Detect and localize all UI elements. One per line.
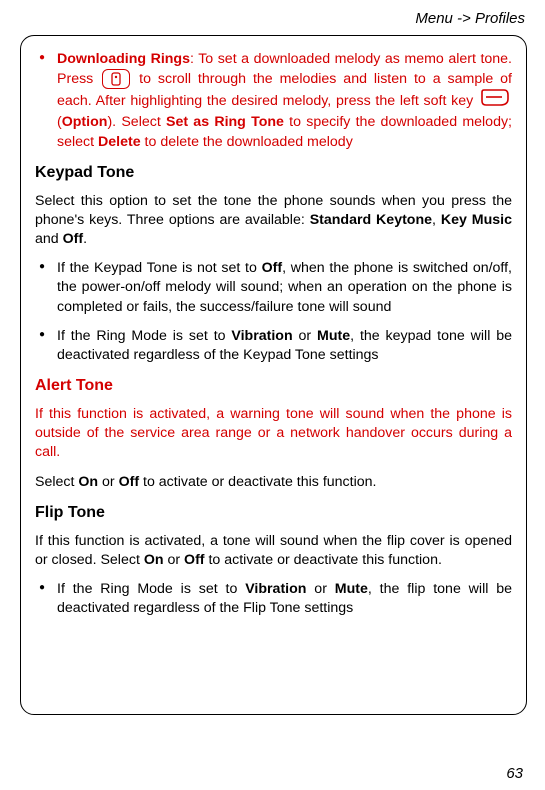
at-on: On — [78, 474, 98, 490]
alert-tone-heading: Alert Tone — [35, 377, 512, 395]
at-p2a: Select — [35, 474, 78, 490]
left-softkey-icon — [480, 89, 510, 113]
keypad-tone-desc: Select this option to set the tone the p… — [35, 192, 512, 250]
kt-li2-or: or — [293, 328, 317, 344]
keypad-tone-heading: Keypad Tone — [35, 164, 512, 182]
at-p2b: to activate or deactivate this function. — [139, 474, 376, 490]
ft-lor: or — [306, 581, 334, 597]
kt-li2a: If the Ring Mode is set to — [57, 328, 231, 344]
kt-li1a: If the Keypad Tone is not set to — [57, 260, 262, 276]
dl-delete: Delete — [98, 134, 141, 150]
dl-t6: to delete the downloaded melody — [141, 134, 353, 150]
ft-mute: Mute — [335, 581, 368, 597]
ft-vib: Vibration — [245, 581, 306, 597]
at-or: or — [98, 474, 119, 490]
breadcrumb: Menu -> Profiles — [20, 10, 525, 27]
ft-p1b: to activate or deactivate this function. — [205, 552, 442, 568]
ft-off: Off — [184, 552, 205, 568]
flip-tone-heading: Flip Tone — [35, 504, 512, 522]
content-frame: Downloading Rings: To set a downloaded m… — [20, 35, 527, 715]
at-off: Off — [119, 474, 140, 490]
dl-option: Option — [62, 114, 108, 130]
dl-title: Downloading Rings — [57, 51, 190, 67]
kt-sep2: and — [35, 231, 63, 247]
kt-b3: Off — [63, 231, 84, 247]
kt-b1: Standard Keytone — [310, 212, 432, 228]
page-number: 63 — [506, 765, 523, 782]
kt-li1-off: Off — [262, 260, 283, 276]
keypad-bullet-1: If the Keypad Tone is not set to Off, wh… — [35, 259, 512, 317]
kt-p1b: . — [83, 231, 87, 247]
kt-b2: Key Music — [441, 212, 512, 228]
ft-li1a: If the Ring Mode is set to — [57, 581, 245, 597]
kt-sep1: , — [432, 212, 441, 228]
scroll-key-icon — [102, 69, 130, 89]
bullet-downloading-rings: Downloading Rings: To set a downloaded m… — [35, 50, 512, 152]
keypad-bullet-2: If the Ring Mode is set to Vibration or … — [35, 327, 512, 365]
kt-li2-vib: Vibration — [231, 328, 292, 344]
kt-li2-mute: Mute — [317, 328, 350, 344]
flip-tone-desc: If this function is activated, a tone wi… — [35, 532, 512, 570]
alert-tone-onoff: Select On or Off to activate or deactiva… — [35, 473, 512, 492]
flip-bullet-1: If the Ring Mode is set to Vibration or … — [35, 580, 512, 618]
ft-or: or — [164, 552, 185, 568]
ft-on: On — [144, 552, 164, 568]
dl-setas: Set as Ring Tone — [166, 114, 284, 130]
dl-t4: ). Select — [107, 114, 166, 130]
alert-tone-desc: If this function is activated, a warning… — [35, 405, 512, 463]
